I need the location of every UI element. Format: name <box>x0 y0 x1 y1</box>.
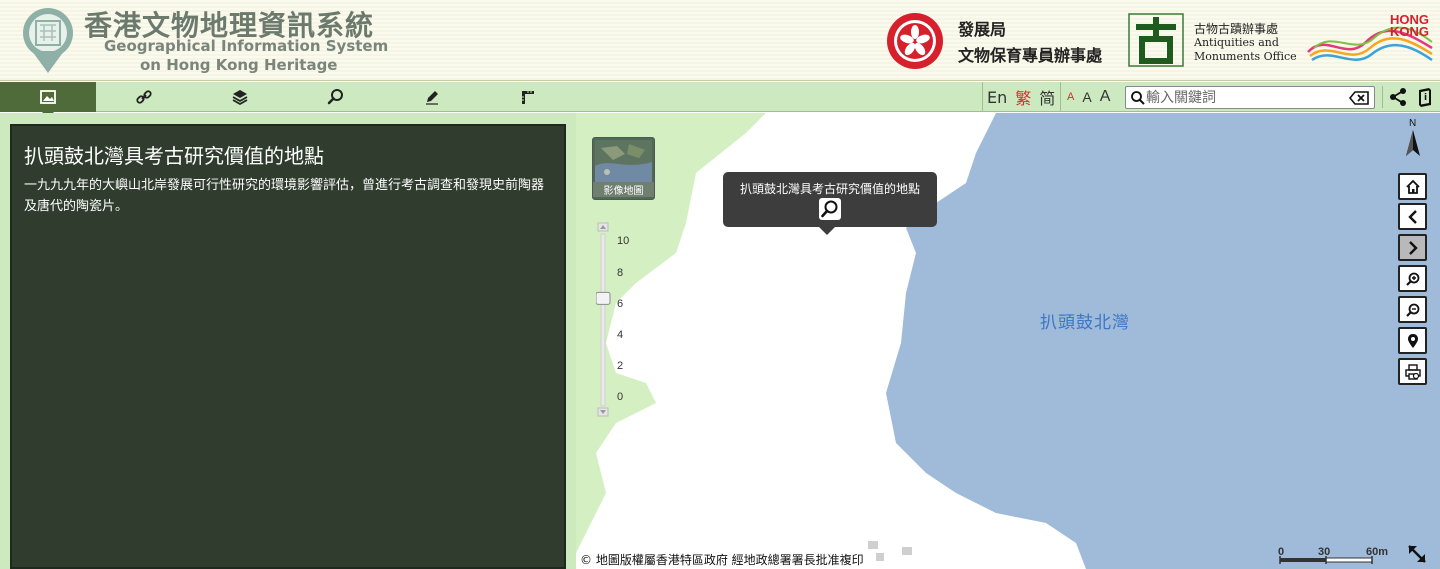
amo-name-en-line1[interactable]: Antiquities and <box>1194 36 1279 49</box>
map-canvas[interactable] <box>576 113 1440 569</box>
clear-input-icon[interactable] <box>1349 91 1369 105</box>
tab-layers[interactable] <box>192 82 288 112</box>
amo-logo-icon[interactable] <box>1128 13 1184 67</box>
map-popup: 扒頭鼓北灣具考古研究價值的地點 <box>723 172 937 235</box>
search-icon <box>327 89 343 105</box>
info-image-icon <box>40 90 56 104</box>
chevron-left-icon <box>1407 209 1417 224</box>
map-basemap <box>576 113 1440 569</box>
zoom-level-label: 6 <box>617 298 624 310</box>
svg-text:i: i <box>1424 93 1427 103</box>
header: 香港文物地理資訊系統 Geographical Information Syst… <box>0 0 1440 81</box>
share-button[interactable] <box>1382 86 1406 108</box>
water-area <box>886 113 1440 569</box>
scale-bar: 0 30 60m <box>1278 546 1388 564</box>
tab-link[interactable] <box>96 82 192 112</box>
my-location-button[interactable] <box>1398 327 1427 354</box>
lang-tc-button[interactable]: 繁 <box>1015 85 1031 109</box>
lang-sc-button[interactable]: 简 <box>1039 85 1055 109</box>
north-label: N <box>1409 118 1417 129</box>
popup-zoom-to-icon[interactable] <box>819 198 841 220</box>
search-icon <box>1131 91 1145 105</box>
map-copyright: © 地圖版權屬香港特區政府 經地政總署署長批准複印 <box>580 553 864 567</box>
scale-label: 30 <box>1318 546 1330 558</box>
devb-name-line1[interactable]: 發展局 <box>958 16 1006 40</box>
zoom-out-button[interactable] <box>1398 296 1427 323</box>
zoom-level-label: 4 <box>617 329 624 341</box>
feature-info-box: 扒頭鼓北灣具考古研究價值的地點 一九九九年的大嶼山北岸發展可行性研究的環境影響評… <box>10 124 566 569</box>
font-small-button[interactable]: A <box>1067 91 1074 103</box>
north-arrow: N <box>1402 118 1424 158</box>
zoom-level-label: 0 <box>617 391 624 403</box>
zoom-level-label: 10 <box>617 235 630 247</box>
brand-hong-kong-text[interactable]: HONG KONG <box>1390 13 1429 39</box>
zoom-slider[interactable] <box>596 222 636 418</box>
side-panel: 扒頭鼓北灣具考古研究價值的地點 一九九九年的大嶼山北岸發展可行性研究的環境影響評… <box>0 113 576 569</box>
zoom-level-label: 8 <box>617 267 624 279</box>
lang-en-button[interactable]: En <box>987 88 1007 107</box>
tab-draw[interactable] <box>384 82 480 112</box>
feature-description: 一九九九年的大嶼山北岸發展可行性研究的環境影響評估，曾進行考古調查和發現史前陶器… <box>24 178 545 214</box>
zoom-out-icon <box>1405 303 1419 317</box>
bay-place-label: 扒頭鼓北灣 <box>1040 313 1130 333</box>
language-switcher: En 繁 简 <box>982 82 1063 112</box>
chevron-right-icon <box>1408 240 1418 255</box>
site-title-en-line2: on Hong Kong Heritage <box>140 56 338 74</box>
north-arrow-icon <box>1406 130 1420 156</box>
fullscreen-icon[interactable] <box>1406 543 1428 565</box>
user-guide-book-icon[interactable]: i <box>1414 86 1436 108</box>
layers-icon <box>232 90 248 106</box>
scale-label: 60m <box>1366 546 1388 558</box>
zoom-level-label: 2 <box>617 360 624 372</box>
hksar-emblem-icon[interactable] <box>886 12 944 70</box>
home-icon <box>1405 179 1420 194</box>
tab-info[interactable] <box>0 82 96 118</box>
heritage-pin-logo-icon <box>23 8 73 73</box>
feature-title: 扒頭鼓北灣具考古研究價值的地點 <box>24 144 324 168</box>
toolbar: En 繁 简 A A A i <box>0 82 1440 118</box>
imagery-basemap-button[interactable]: 影像地圖 <box>592 137 655 200</box>
satellite-thumbnail-icon <box>595 140 652 184</box>
imagery-basemap-label: 影像地圖 <box>593 182 654 197</box>
amo-name-zh[interactable]: 古物古蹟辦事處 <box>1194 20 1278 37</box>
tab-search[interactable] <box>288 82 384 112</box>
tab-measure[interactable] <box>480 82 576 112</box>
font-medium-button[interactable]: A <box>1082 89 1091 105</box>
home-extent-button[interactable] <box>1398 173 1427 200</box>
ruler-icon <box>522 91 534 104</box>
zoom-slider-handle <box>596 291 611 305</box>
popup-title: 扒頭鼓北灣具考古研究價值的地點 <box>739 182 920 196</box>
amo-name-en-line2[interactable]: Monuments Office <box>1194 50 1297 63</box>
site-title-en-line1: Geographical Information System <box>104 37 389 55</box>
print-button[interactable] <box>1398 358 1427 385</box>
link-icon <box>136 90 152 104</box>
location-pin-icon <box>1407 333 1418 348</box>
previous-extent-button[interactable] <box>1398 203 1427 230</box>
search-box <box>1125 86 1375 109</box>
search-input[interactable] <box>1146 88 1346 107</box>
pencil-icon <box>426 91 438 105</box>
devb-name-line2[interactable]: 文物保育專員辦事處 <box>958 42 1102 66</box>
print-icon <box>1404 363 1421 380</box>
scale-label: 0 <box>1278 546 1284 558</box>
share-icon <box>1390 88 1406 106</box>
next-extent-button[interactable] <box>1398 234 1427 261</box>
zoom-in-icon <box>1405 272 1419 286</box>
brand-hk-line2: KONG <box>1390 24 1429 39</box>
zoom-in-button[interactable] <box>1398 265 1427 292</box>
font-large-button[interactable]: A <box>1100 88 1111 106</box>
font-size-switcher: A A A <box>1060 82 1118 112</box>
